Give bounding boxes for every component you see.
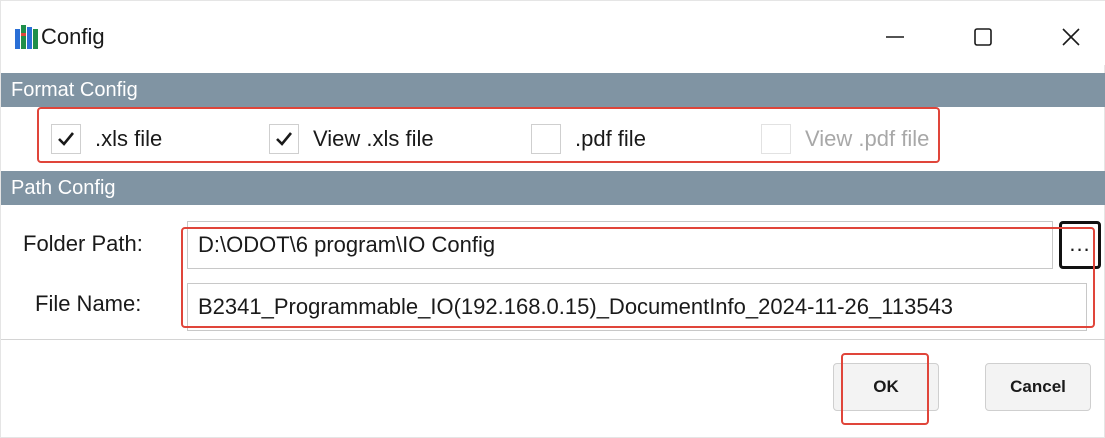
close-icon [1062,28,1080,46]
highlight-box [37,107,940,163]
maximize-button[interactable] [953,11,1013,63]
file-name-label: File Name: [35,291,142,316]
maximize-icon [974,28,992,46]
app-grid-icon [15,25,38,49]
cancel-button[interactable]: Cancel [985,363,1091,411]
highlight-box [181,227,1095,328]
minimize-button[interactable] [865,11,925,63]
close-button[interactable] [1041,11,1101,63]
window-title: Config [41,24,105,49]
path-config-header: Path Config [1,171,1105,205]
minimize-icon [886,36,904,38]
divider [1,339,1105,340]
title-bar[interactable]: Config [1,1,1105,65]
folder-path-label: Folder Path: [23,231,143,256]
highlight-box [841,353,929,425]
format-config-header: Format Config [1,73,1105,107]
config-dialog: Config Format Config .xls file View .xls… [0,0,1105,438]
